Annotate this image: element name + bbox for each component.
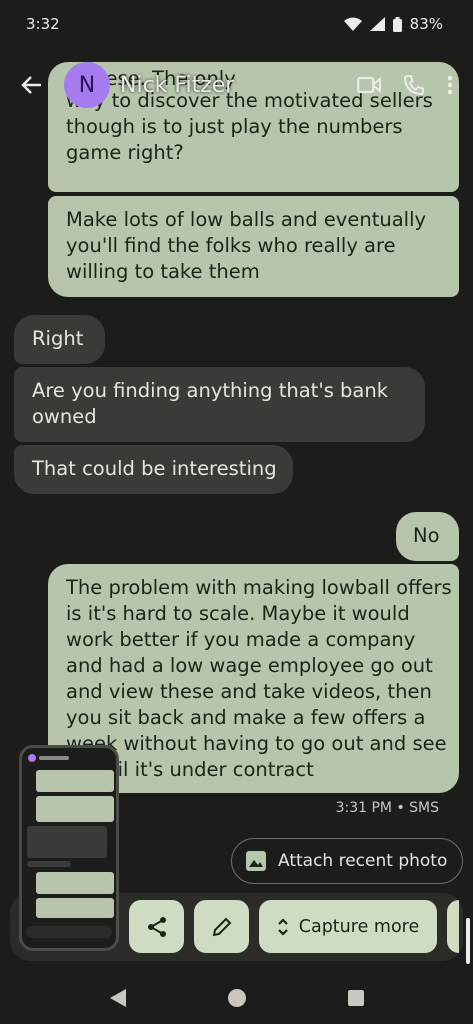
status-time: 3:32 — [26, 15, 60, 33]
message-line: though is to just play the numbers — [66, 115, 403, 138]
message-line: The problem with making lowball offers — [66, 576, 452, 599]
message-line: Are you finding anything that's bank — [32, 379, 389, 402]
attach-recent-photo-label: Attach recent photo — [278, 851, 448, 871]
message-line: Right — [32, 327, 84, 350]
message-line: Make lots of low balls and eventually — [66, 208, 427, 231]
thumbnail-bubble — [36, 872, 114, 894]
message-bubble-incoming[interactable]: Are you finding anything that's bank own… — [14, 367, 425, 442]
message-bubble-outgoing[interactable]: Make lots of low balls and eventually yo… — [48, 196, 459, 297]
app-bar: N Nick Fitzer — [0, 58, 473, 112]
phone-icon[interactable] — [403, 74, 425, 96]
nav-home-icon[interactable] — [227, 989, 246, 1007]
capture-more-label: Capture more — [298, 916, 420, 937]
nav-recents-icon[interactable] — [347, 990, 364, 1006]
message-line: and view these and take videos, then — [66, 680, 432, 703]
message-line: you'll find the folks who really are — [66, 234, 396, 257]
battery-icon — [392, 16, 402, 32]
screenshot-thumbnail[interactable] — [19, 745, 119, 951]
more-vert-icon[interactable] — [447, 75, 453, 95]
tray-overflow-button[interactable] — [447, 900, 459, 953]
message-timestamp: 3:31 PM • SMS — [335, 800, 439, 816]
message-line: week without having to go out and see — [66, 732, 447, 755]
edit-button[interactable] — [194, 900, 249, 953]
image-icon — [246, 851, 266, 871]
avatar[interactable]: N — [64, 62, 110, 108]
nav-back-icon[interactable] — [109, 989, 126, 1007]
back-button[interactable] — [0, 58, 62, 112]
cell-signal-icon — [369, 17, 385, 31]
message-line: game right? — [66, 141, 184, 164]
thumbnail-compose-bar — [26, 926, 112, 938]
scroll-indicator — [466, 918, 470, 964]
message-line: No — [413, 524, 440, 547]
video-camera-icon[interactable] — [357, 76, 381, 94]
wifi-icon — [343, 17, 362, 31]
share-icon — [147, 916, 166, 937]
message-line: work better if you made a company — [66, 628, 416, 651]
arrow-left-icon — [21, 76, 41, 94]
navigation-bar — [0, 972, 473, 1024]
thumbnail-bubble — [27, 826, 107, 858]
thumbnail-bubble — [36, 796, 114, 822]
thumbnail-avatar — [28, 754, 36, 762]
message-line: is it's hard to scale. Maybe it would — [66, 602, 410, 625]
pencil-icon — [212, 917, 231, 936]
unfold-more-icon — [277, 917, 288, 936]
thumbnail-bubble — [27, 861, 71, 867]
message-bubble-outgoing[interactable]: No — [396, 512, 459, 561]
thumbnail-bubble — [36, 770, 114, 792]
message-line: you sit back and make a few offers a — [66, 706, 426, 729]
battery-percent: 83% — [409, 15, 443, 33]
contact-name[interactable]: Nick Fitzer — [120, 73, 357, 98]
message-bubble-incoming[interactable]: That could be interesting — [14, 445, 293, 494]
status-bar: 3:32 83% — [0, 0, 473, 48]
message-line: and had a low wage employee go out — [66, 654, 433, 677]
thumbnail-title — [39, 756, 69, 760]
message-bubble-incoming[interactable]: Right — [14, 315, 105, 364]
message-line: owned — [32, 405, 97, 428]
share-button[interactable] — [129, 900, 184, 953]
capture-more-button[interactable]: Capture more — [259, 900, 437, 953]
attach-recent-photo-chip[interactable]: Attach recent photo — [231, 838, 463, 884]
message-line: willing to take them — [66, 260, 260, 283]
message-line: That could be interesting — [32, 457, 277, 480]
message-line: it until it's under contract — [66, 758, 314, 781]
thumbnail-bubble — [36, 898, 114, 918]
